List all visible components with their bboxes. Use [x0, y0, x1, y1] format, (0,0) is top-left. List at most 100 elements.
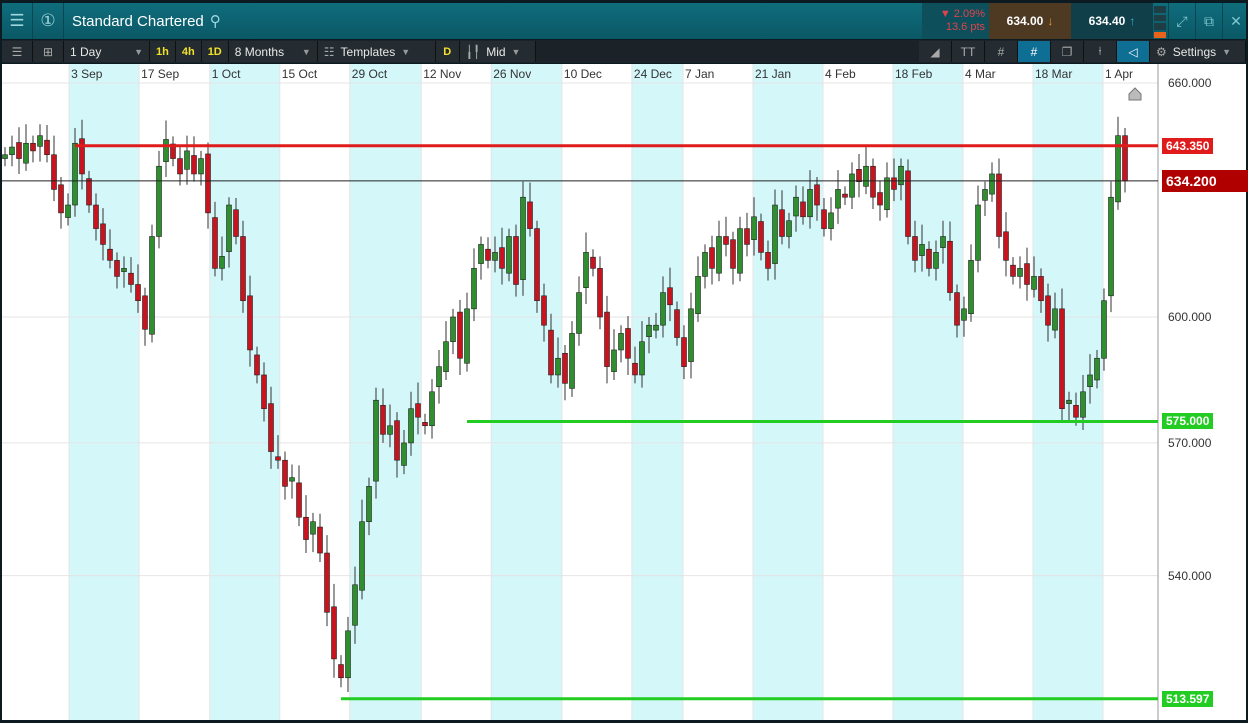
buy-button[interactable]: 634.40 ↑: [1071, 3, 1153, 39]
candle-up: [387, 425, 393, 435]
arrow-down-icon: ↓: [1047, 14, 1054, 28]
date-label: 21 Jan: [755, 67, 792, 81]
candle-down: [1003, 231, 1009, 261]
candle-up: [436, 366, 442, 388]
quick-4h[interactable]: 4h: [175, 41, 202, 62]
quick-1d[interactable]: 1D: [201, 41, 229, 62]
date-label: 12 Nov: [423, 67, 462, 81]
candle-down: [128, 272, 134, 285]
candle-down: [51, 154, 57, 190]
d-button[interactable]: D: [435, 41, 460, 62]
drawing-icon[interactable]: ◢: [919, 41, 952, 62]
candle-up: [492, 252, 498, 261]
text-icon[interactable]: TT: [952, 41, 985, 62]
quick-1h[interactable]: 1h: [150, 41, 176, 62]
candle-down: [415, 403, 421, 418]
level-price-label[interactable]: 643.350: [1162, 137, 1214, 154]
expand-icon[interactable]: ⤢: [1168, 3, 1195, 39]
chevron-down-icon: ▼: [401, 46, 411, 57]
week-band: [1033, 64, 1103, 720]
price-tick-label: 540.000: [1168, 568, 1212, 583]
candle-down: [191, 155, 197, 175]
menu-icon[interactable]: ☰: [2, 3, 33, 39]
candle-up: [1087, 374, 1093, 388]
sell-button[interactable]: 634.00 ↓: [989, 3, 1071, 39]
price-type-select[interactable]: ╽╿ Mid ▼: [459, 41, 536, 62]
chevron-down-icon: ▼: [511, 46, 521, 57]
date-label: 15 Oct: [281, 67, 318, 81]
candle-down: [548, 329, 554, 376]
templates-button[interactable]: ☷ Templates ▼: [317, 41, 436, 62]
close-icon[interactable]: ✕: [1222, 3, 1248, 39]
candle-down: [1010, 264, 1016, 277]
candle-up: [716, 236, 722, 274]
price-chart[interactable]: 3 Sep 17 Sep 1 Oct 15 Oct 29 Oct 12 Nov 26 Nov…: [2, 64, 1248, 720]
candle-down: [422, 422, 428, 427]
candle-up: [576, 292, 582, 334]
candle-down: [44, 139, 50, 156]
layout-icon[interactable]: ⊞: [33, 41, 64, 62]
candle-down: [625, 328, 631, 359]
scroll-home-icon[interactable]: [1128, 87, 1142, 101]
candle-down: [1073, 405, 1079, 418]
search-icon[interactable]: ⚲: [210, 12, 221, 30]
candle-up: [786, 220, 792, 237]
date-label: 18 Feb: [895, 67, 933, 81]
candle-down: [30, 142, 36, 152]
link-group-icon[interactable]: ①: [33, 3, 64, 39]
date-label: 3 Sep: [71, 67, 103, 81]
week-band: [349, 64, 422, 720]
candle-up: [975, 204, 981, 261]
settings-button[interactable]: ⚙ Settings ▼: [1150, 41, 1246, 62]
candle-down: [723, 236, 729, 245]
candle-down: [1059, 308, 1065, 410]
candle-up: [359, 521, 365, 591]
current-price-label[interactable]: 634.200: [1162, 169, 1248, 192]
candle-up: [1052, 308, 1058, 331]
date-label: 17 Sep: [141, 67, 180, 81]
buy-price: 634.40: [1088, 14, 1126, 28]
candle-up: [471, 268, 477, 310]
candle-up: [737, 228, 743, 274]
candle-up: [660, 292, 666, 326]
list-icon[interactable]: ☰: [2, 41, 33, 62]
range-select[interactable]: 8 Months ▼: [228, 41, 318, 62]
popout-icon[interactable]: ⧉: [1195, 3, 1222, 39]
level-price-label[interactable]: 513.597: [1162, 690, 1214, 707]
candle-up: [310, 521, 316, 535]
candle-down: [562, 352, 568, 384]
candle-down: [1038, 276, 1044, 301]
price-change: ▼ 2.09% 13.6 pts: [922, 3, 989, 39]
level-price-label[interactable]: 575.000: [1162, 413, 1214, 430]
candle-down: [394, 420, 400, 461]
instrument-title[interactable]: Standard Chartered: [72, 13, 204, 30]
candle-down: [485, 248, 491, 261]
candle-down: [667, 287, 673, 306]
interval-select[interactable]: 1 Day ▼: [64, 41, 150, 62]
candle-up: [702, 252, 708, 277]
change-percent: ▼ 2.09%: [939, 8, 985, 20]
candle-down: [212, 217, 218, 269]
candle-up: [569, 333, 575, 389]
candle-down: [1024, 263, 1030, 285]
templates-label: Templates: [340, 44, 396, 59]
candle-down: [1122, 135, 1128, 182]
layers-icon[interactable]: ❐: [1051, 41, 1084, 62]
candle-up: [443, 341, 449, 372]
candle-down: [856, 169, 862, 182]
candle-up: [849, 173, 855, 198]
candle-down: [254, 354, 260, 376]
candle-down: [457, 311, 463, 359]
change-points: 13.6 pts: [945, 21, 985, 33]
crosshair-draw-icon[interactable]: #: [1018, 41, 1051, 62]
candle-up: [373, 399, 379, 482]
candle-down: [205, 153, 211, 214]
interval-value: 1 Day: [70, 44, 102, 59]
date-label: 29 Oct: [351, 67, 388, 81]
week-band: [209, 64, 280, 720]
indicator-icon[interactable]: ⍿: [1084, 41, 1117, 62]
date-label: 7 Jan: [685, 67, 715, 81]
grid-icon[interactable]: #: [985, 41, 1018, 62]
label-icon[interactable]: ◁: [1117, 41, 1150, 62]
chart-canvas[interactable]: [2, 64, 1246, 720]
